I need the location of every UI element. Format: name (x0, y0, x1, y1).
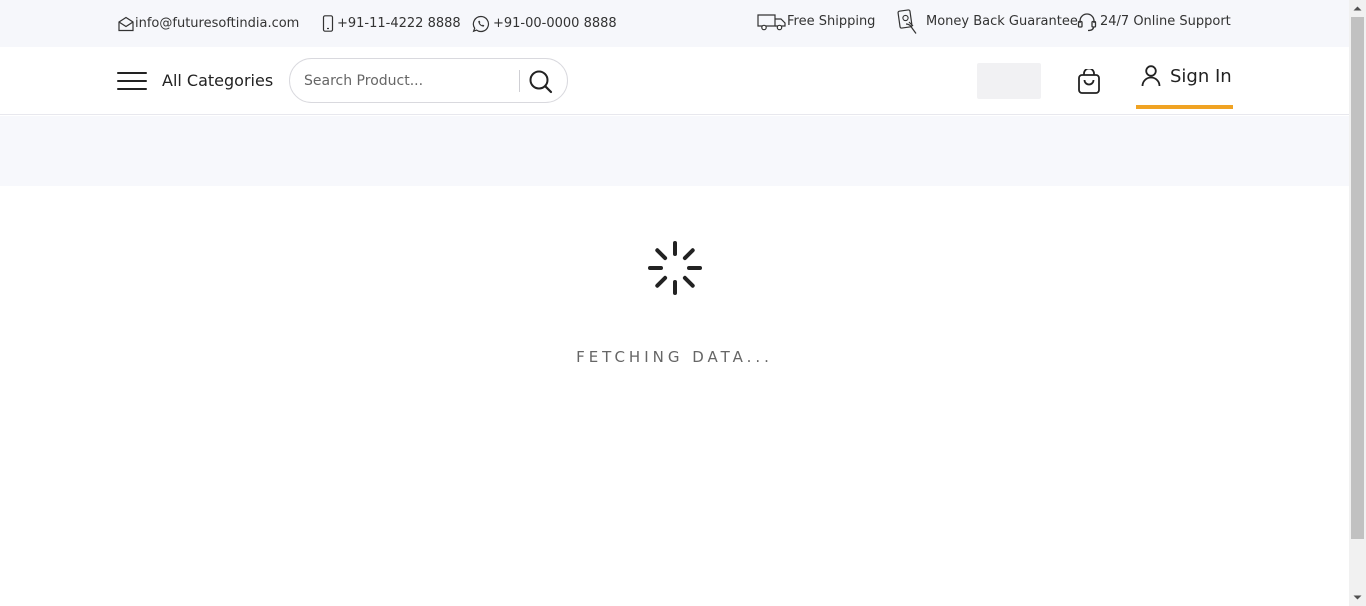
page: info@futuresoftindia.com +91-11-4222 888… (0, 0, 1349, 606)
free-shipping-text: Free Shipping (787, 14, 876, 29)
all-categories-button[interactable]: All Categories (162, 47, 273, 115)
cart-icon[interactable] (1076, 69, 1102, 95)
money-back-guarantee: Money Back Guarantee (897, 0, 1078, 45)
truck-icon (757, 13, 786, 30)
whatsapp-text: +91-00-0000 8888 (493, 16, 617, 31)
online-support-text: 24/7 Online Support (1100, 14, 1231, 29)
search-bar (289, 58, 568, 103)
menu-icon[interactable] (117, 72, 147, 90)
page-scrollbar[interactable] (1349, 0, 1366, 606)
scroll-up-arrow-icon[interactable] (1349, 0, 1366, 17)
phone-icon (322, 15, 334, 32)
email-link[interactable]: info@futuresoftindia.com (117, 0, 299, 47)
email-text: info@futuresoftindia.com (135, 16, 300, 31)
phone-link[interactable]: +91-11-4222 8888 (322, 0, 461, 47)
sign-in-label: Sign In (1170, 65, 1232, 87)
money-back-text: Money Back Guarantee (926, 14, 1078, 29)
sign-in-button[interactable]: Sign In (1136, 47, 1233, 109)
phone-text: +91-11-4222 8888 (337, 16, 461, 31)
user-icon (1141, 65, 1161, 87)
search-input[interactable] (304, 59, 514, 102)
whatsapp-link[interactable]: +91-00-0000 8888 (472, 0, 617, 47)
image-placeholder (977, 63, 1041, 99)
loading-status-text: FETCHING DATA... (576, 348, 773, 366)
spinner-icon (648, 241, 702, 295)
top-bar: info@futuresoftindia.com +91-11-4222 888… (0, 0, 1349, 47)
scroll-down-arrow-icon[interactable] (1349, 589, 1366, 606)
main-header: All Categories Sign In (0, 47, 1349, 115)
search-icon[interactable] (528, 69, 554, 95)
headset-icon (1077, 12, 1097, 31)
mail-icon (118, 16, 134, 31)
whatsapp-icon (472, 15, 490, 32)
scrollbar-thumb[interactable] (1351, 17, 1364, 539)
free-shipping: Free Shipping (757, 0, 875, 45)
money-back-icon (897, 8, 917, 34)
online-support: 24/7 Online Support (1077, 0, 1231, 45)
breadcrumb-band (0, 116, 1349, 186)
search-divider (519, 70, 520, 92)
